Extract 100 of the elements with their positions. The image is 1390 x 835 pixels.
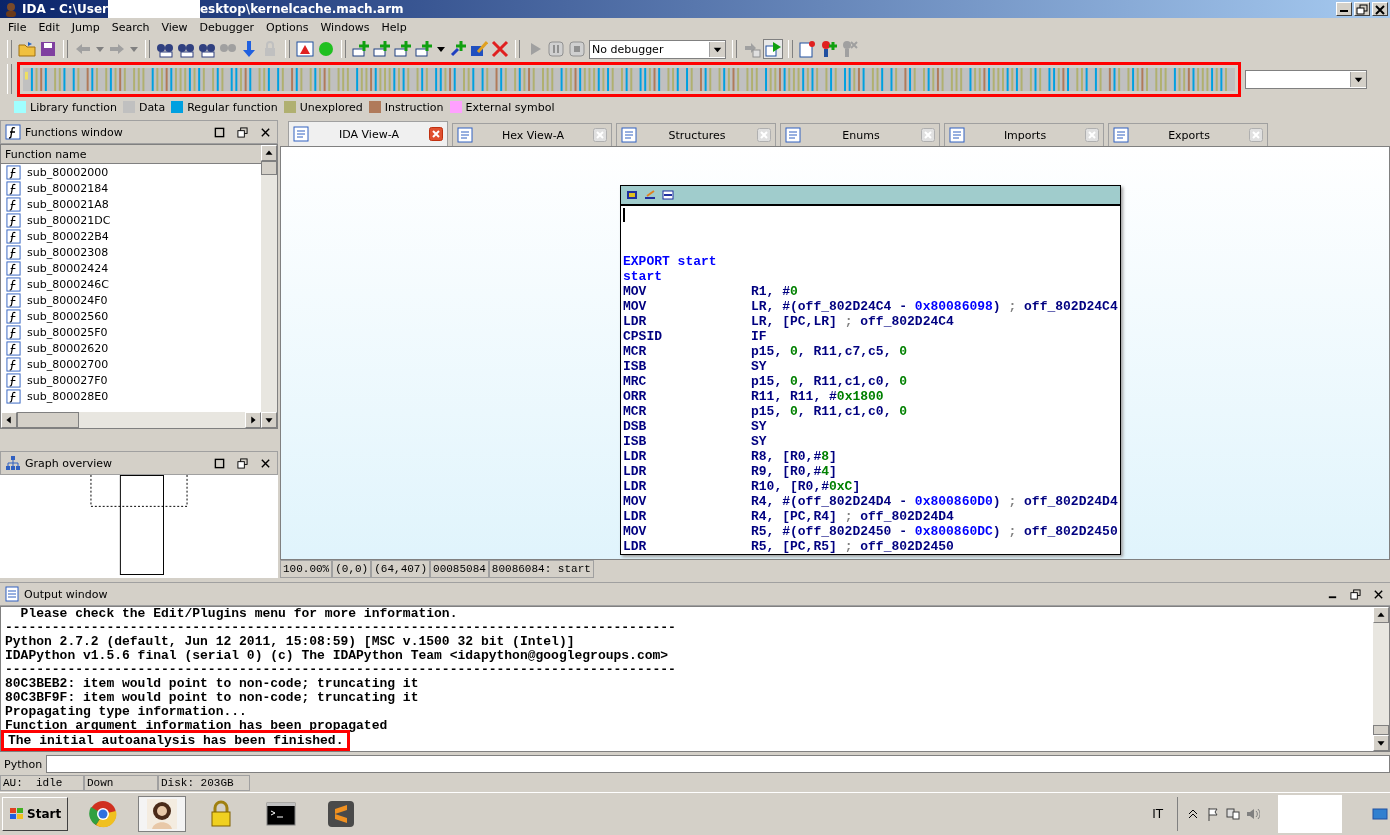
function-name[interactable]: sub_800021DC [27, 213, 111, 227]
scroll-up-icon[interactable] [261, 145, 277, 161]
menu-item[interactable]: Debugger [193, 21, 260, 34]
segment-dropdown[interactable] [1245, 69, 1367, 89]
editor-icon[interactable] [326, 799, 357, 829]
function-name[interactable]: sub_80002560 [27, 309, 109, 323]
menu-item[interactable]: Search [105, 21, 156, 34]
window-title: IDA - C:\User [22, 2, 108, 16]
view-tab[interactable]: Hex View-A [452, 123, 612, 146]
legend-label: Instruction [384, 100, 444, 114]
view-tab[interactable]: IDA View-A [288, 121, 448, 146]
down-arrow-icon[interactable] [240, 40, 258, 58]
menu-item[interactable]: Help [375, 21, 413, 34]
mnemonic: MOV [623, 284, 648, 299]
status-field: 80086084: start [488, 560, 594, 578]
vertical-scrollbar[interactable] [1373, 607, 1389, 751]
add-icon[interactable] [449, 40, 467, 58]
restore-icon[interactable] [237, 126, 248, 138]
save-icon[interactable] [39, 40, 57, 58]
terminal-icon[interactable] [266, 799, 297, 829]
document-icon [949, 127, 965, 143]
scroll-thumb[interactable] [261, 161, 277, 175]
output-line: -------------------------------------------------------------------------------------- [5, 663, 677, 677]
scroll-up-icon[interactable] [1373, 607, 1389, 623]
function-name[interactable]: sub_80002620 [27, 341, 109, 355]
delete-icon[interactable] [491, 40, 509, 58]
command-input-field[interactable] [46, 755, 1390, 773]
scroll-down-icon[interactable] [261, 412, 277, 428]
maximize-icon[interactable] [214, 457, 225, 469]
function-name[interactable]: sub_80002000 [27, 165, 109, 179]
chevron-icon[interactable] [1186, 807, 1200, 821]
close-icon[interactable] [429, 127, 443, 141]
function-name[interactable]: sub_80002308 [27, 245, 109, 259]
edit-icon[interactable] [470, 40, 488, 58]
menu-item[interactable]: Options [260, 21, 315, 34]
scroll-thumb[interactable] [1373, 725, 1389, 735]
breakpoint-icon[interactable] [820, 40, 838, 58]
view-tab[interactable]: Enums [780, 123, 940, 146]
restore-icon[interactable] [237, 457, 248, 469]
function-name[interactable]: sub_800024F0 [27, 293, 108, 307]
view-tab[interactable]: Structures [616, 123, 776, 146]
view-tab[interactable]: Imports [944, 123, 1104, 146]
function-name[interactable]: sub_800027F0 [27, 373, 108, 387]
warning-icon[interactable] [296, 40, 314, 58]
menu-item[interactable]: Edit [32, 21, 66, 34]
horizontal-scrollbar[interactable] [1, 412, 261, 428]
operands: R5, #(off_802D2450 - 0x800860DC) ; off_802D2450 [751, 524, 1118, 539]
scroll-down-icon[interactable] [1373, 735, 1389, 751]
add-icon[interactable] [415, 40, 433, 58]
taskbar-button[interactable] [138, 796, 187, 832]
graph-thumbnail-drawing[interactable] [89, 475, 189, 575]
menu-item[interactable]: View [155, 21, 194, 34]
legend-label: Regular function [187, 100, 278, 114]
document-icon[interactable] [799, 40, 817, 58]
graph-view[interactable] [280, 146, 1390, 560]
flag-icon[interactable] [1206, 807, 1220, 821]
run-icon[interactable] [764, 40, 782, 58]
color-icon[interactable] [626, 190, 638, 200]
show-desktop-icon[interactable] [1372, 806, 1388, 822]
network-icon[interactable] [1226, 807, 1240, 821]
close-icon[interactable] [1373, 588, 1384, 600]
mnemonic: ISB [623, 359, 648, 374]
menu-item[interactable]: Windows [314, 21, 376, 34]
column-header[interactable]: Function name [1, 145, 261, 164]
function-name[interactable]: sub_8000246C [27, 277, 109, 291]
panel-title: Output window [24, 587, 108, 601]
function-name[interactable]: sub_80002700 [27, 357, 109, 371]
menu-item[interactable]: Jump [65, 21, 106, 34]
scroll-thumb[interactable] [17, 412, 79, 428]
function-name[interactable]: sub_800025F0 [27, 325, 108, 339]
restore-icon[interactable] [1350, 588, 1361, 600]
function-name[interactable]: sub_800021A8 [27, 197, 109, 211]
function-name[interactable]: sub_800028E0 [27, 389, 109, 403]
window-icon[interactable] [662, 190, 674, 200]
close-icon[interactable] [260, 457, 271, 469]
folder-icon[interactable] [18, 40, 36, 58]
add-icon[interactable] [352, 40, 370, 58]
minimize-button[interactable] [1336, 2, 1352, 16]
browser-icon[interactable] [88, 799, 119, 829]
close-icon[interactable] [260, 126, 271, 138]
add-icon[interactable] [394, 40, 412, 58]
function-name[interactable]: sub_80002184 [27, 181, 109, 195]
scroll-right-icon[interactable] [245, 412, 261, 428]
function-name[interactable]: sub_80002424 [27, 261, 109, 275]
language-indicator[interactable]: IT [1152, 807, 1163, 821]
operands: LR, [PC,LR] ; off_802D24C4 [751, 314, 954, 329]
pencil-icon[interactable] [644, 190, 656, 200]
debugger-dropdown[interactable]: No debugger [589, 39, 726, 59]
menu-item[interactable]: File [2, 21, 33, 34]
speaker-icon[interactable] [1246, 807, 1260, 821]
add-icon[interactable] [373, 40, 391, 58]
scroll-left-icon[interactable] [1, 412, 17, 428]
close-button[interactable] [1372, 2, 1388, 16]
maximize-icon[interactable] [214, 126, 225, 138]
start-button[interactable]: Start [2, 797, 69, 831]
function-icon [6, 388, 21, 404]
view-tab[interactable]: Exports [1108, 123, 1268, 146]
vertical-scrollbar[interactable] [261, 145, 277, 428]
restore-button[interactable] [1354, 2, 1370, 16]
function-name[interactable]: sub_800022B4 [27, 229, 109, 243]
